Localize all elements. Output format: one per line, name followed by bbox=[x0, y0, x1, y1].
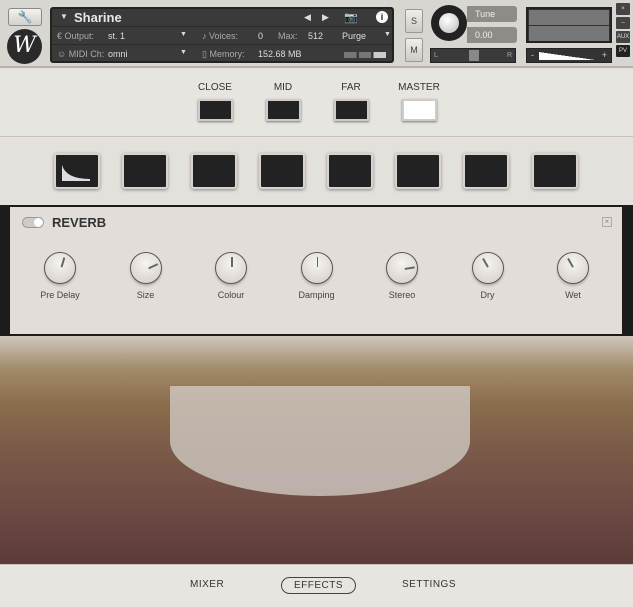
effect-slots bbox=[0, 138, 633, 204]
purge-meter bbox=[344, 52, 386, 58]
tune-knob[interactable] bbox=[431, 5, 467, 41]
knob-pointer bbox=[147, 263, 158, 269]
knob-pointer bbox=[404, 266, 415, 270]
mic-far[interactable]: FAR bbox=[326, 82, 376, 121]
knob-dial[interactable] bbox=[129, 252, 162, 284]
tab-settings[interactable]: SETTINGS bbox=[402, 579, 456, 590]
output-label: Output: bbox=[64, 31, 95, 41]
dropdown-arrow-icon[interactable]: ▼ bbox=[60, 12, 68, 21]
knob-label: Dry bbox=[480, 290, 495, 300]
midi-dropdown-icon[interactable]: ▼ bbox=[180, 49, 187, 56]
knob-pointer bbox=[60, 257, 65, 268]
instrument-name[interactable]: Sharine bbox=[74, 10, 122, 25]
knob-damping[interactable]: Damping bbox=[281, 252, 353, 300]
output-value[interactable]: st. 1 bbox=[108, 31, 125, 41]
knob-stereo[interactable]: Stereo bbox=[366, 252, 438, 300]
mic-selector: CLOSE MID FAR MASTER bbox=[0, 70, 633, 137]
knob-dial[interactable] bbox=[471, 252, 504, 284]
knob-dial[interactable] bbox=[557, 252, 589, 284]
close-button[interactable]: × bbox=[616, 3, 630, 15]
knob-pointer bbox=[231, 257, 233, 267]
level-meter bbox=[526, 7, 612, 43]
minimize-button[interactable]: – bbox=[616, 17, 630, 29]
prev-icon[interactable]: ◀ bbox=[304, 12, 311, 23]
voices-label: Voices: bbox=[209, 31, 239, 41]
voices-value: 0 bbox=[258, 31, 264, 41]
vol-plus[interactable]: + bbox=[602, 50, 607, 60]
max-label: Max: bbox=[278, 31, 298, 41]
knob-size[interactable]: Size bbox=[110, 252, 182, 300]
pan-slider[interactable]: LR bbox=[430, 48, 516, 63]
effect-panel-frame: REVERB × Pre Delay Size Colour Damping Stere… bbox=[0, 205, 633, 336]
pan-left-label: L bbox=[434, 52, 438, 59]
pv-button[interactable]: PV bbox=[616, 45, 630, 57]
effect-slot[interactable] bbox=[532, 153, 578, 189]
knob-label: Wet bbox=[565, 290, 581, 300]
logo: W bbox=[7, 29, 42, 64]
effect-slot[interactable] bbox=[463, 153, 509, 189]
knob-pointer bbox=[316, 257, 318, 267]
mute-button[interactable]: M bbox=[405, 38, 423, 62]
camera-icon[interactable]: 📷 bbox=[344, 11, 358, 24]
info-icon[interactable]: i bbox=[376, 11, 388, 23]
knob-dial[interactable] bbox=[44, 252, 76, 284]
knob-dial[interactable] bbox=[300, 252, 333, 284]
knob-dial[interactable] bbox=[386, 252, 418, 284]
max-value[interactable]: 512 bbox=[308, 31, 323, 41]
knob-pointer bbox=[567, 258, 574, 268]
output-dropdown-icon[interactable]: ▼ bbox=[180, 31, 187, 38]
effect-slot-reverb[interactable] bbox=[54, 153, 100, 189]
effect-slot[interactable] bbox=[122, 153, 168, 189]
purge-dropdown-icon[interactable]: ▼ bbox=[384, 31, 391, 38]
effect-slot[interactable] bbox=[327, 153, 373, 189]
reverb-panel: REVERB × Pre Delay Size Colour Damping Stere… bbox=[10, 207, 622, 334]
knob-dry[interactable]: Dry bbox=[452, 252, 524, 300]
reverb-toggle[interactable] bbox=[22, 217, 44, 228]
aux-button[interactable]: AUX bbox=[616, 31, 630, 43]
knob-label: Colour bbox=[217, 290, 245, 300]
solo-button[interactable]: S bbox=[405, 9, 423, 33]
effect-slot[interactable] bbox=[395, 153, 441, 189]
mic-master[interactable]: MASTER bbox=[394, 82, 444, 121]
knob-label: Stereo bbox=[388, 290, 416, 300]
instrument-info-panel: ▼ Sharine ◀ ▶ 📷 i € Output: st. 1 ▼ ♪ Vo… bbox=[50, 7, 394, 63]
mic-close[interactable]: CLOSE bbox=[190, 82, 240, 121]
instrument-header: 🔧 W ▼ Sharine ◀ ▶ 📷 i € Output: st. 1 ▼ … bbox=[0, 0, 633, 68]
tune-label: Tune bbox=[467, 6, 517, 22]
mic-mid[interactable]: MID bbox=[258, 82, 308, 121]
effect-title: REVERB bbox=[52, 215, 107, 230]
knob-label: Damping bbox=[298, 290, 335, 300]
memory-value: 152.68 MB bbox=[258, 49, 302, 59]
midi-value[interactable]: omni bbox=[108, 49, 128, 59]
volume-slider[interactable]: - + bbox=[526, 48, 612, 63]
wrench-button[interactable]: 🔧 bbox=[8, 8, 42, 26]
knob-colour[interactable]: Colour bbox=[195, 252, 267, 300]
purge-button[interactable]: Purge bbox=[342, 31, 366, 41]
tab-effects[interactable]: EFFECTS bbox=[281, 577, 357, 594]
background-image bbox=[0, 336, 633, 564]
knob-pointer bbox=[481, 258, 488, 268]
knob-label: Size bbox=[136, 290, 155, 300]
bottom-nav: MIXER EFFECTS SETTINGS bbox=[0, 564, 633, 607]
next-icon[interactable]: ▶ bbox=[322, 12, 329, 23]
memory-label: Memory: bbox=[209, 49, 245, 59]
tab-mixer[interactable]: MIXER bbox=[190, 579, 224, 590]
knob-label: Pre Delay bbox=[40, 290, 80, 300]
effect-slot[interactable] bbox=[259, 153, 305, 189]
pan-right-label: R bbox=[506, 52, 512, 59]
knob-dial[interactable] bbox=[215, 252, 247, 284]
effect-slot[interactable] bbox=[191, 153, 237, 189]
tune-value[interactable]: 0.00 bbox=[467, 27, 517, 43]
knob-pre-delay[interactable]: Pre Delay bbox=[24, 252, 96, 300]
close-effect-icon[interactable]: × bbox=[602, 217, 612, 227]
knob-wet[interactable]: Wet bbox=[537, 252, 609, 300]
midi-label: MIDI Ch: bbox=[68, 49, 105, 59]
vol-minus[interactable]: - bbox=[531, 50, 534, 60]
